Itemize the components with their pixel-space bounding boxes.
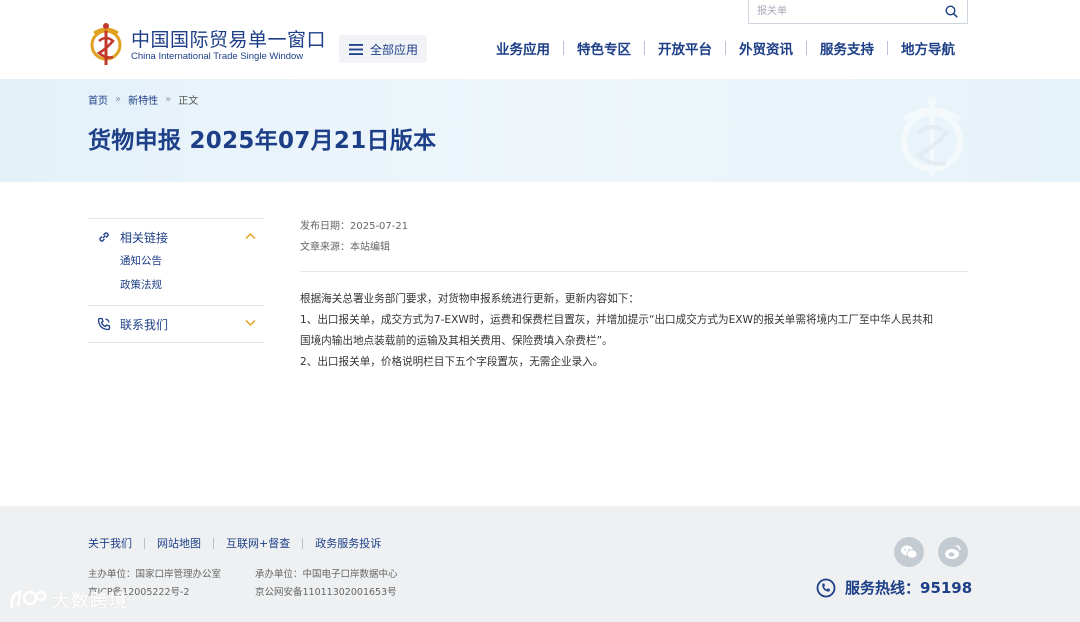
- search-input[interactable]: [757, 3, 937, 19]
- footer-link-sitemap[interactable]: 网站地图: [157, 535, 201, 551]
- hotline-phone-icon: [816, 578, 836, 597]
- chevron-down-icon: [245, 319, 256, 327]
- menu-icon: [349, 43, 363, 55]
- sidebar-item-policies[interactable]: 政策法规: [88, 273, 264, 297]
- related-links-toggle[interactable]: 相关链接: [88, 219, 264, 255]
- publish-date: 发布日期：2025-07-21: [300, 221, 409, 232]
- contact-us-label: 联系我们: [120, 317, 169, 332]
- weibo-icon: [945, 545, 961, 559]
- link-icon: [99, 232, 109, 242]
- nav-item-featured-zone[interactable]: 特色专区: [564, 38, 644, 58]
- weibo-button[interactable]: [938, 537, 968, 567]
- page-title: 货物申报 2025年07月21日版本: [88, 128, 437, 154]
- breadcrumb: 首页 » 新特性 » 正文: [88, 92, 198, 107]
- chevron-up-icon: [245, 232, 256, 240]
- logo-title-en: China International Trade Single Window: [131, 51, 304, 62]
- nav-item-service-support[interactable]: 服务支持: [807, 38, 887, 58]
- footer-police[interactable]: 京公网安备11011302001653号: [255, 584, 398, 602]
- article-paragraph: 2、出口报关单，价格说明栏目下五个字段置灰，无需企业录入。: [300, 356, 604, 368]
- footer-link-complaint[interactable]: 政务服务投诉: [315, 535, 381, 551]
- sidebar-group-related-links: 相关链接 通知公告 政策法规: [88, 218, 264, 305]
- footer-operator: 承办单位：中国电子口岸数据中心: [255, 569, 398, 580]
- article-divider: [300, 271, 968, 272]
- caduceus-logo-icon: [90, 23, 122, 65]
- emblem-watermark-icon: [901, 96, 963, 175]
- footer-separator: [144, 537, 145, 549]
- footer-link-about[interactable]: 关于我们: [88, 535, 132, 551]
- watermark-text: 大数跨境: [52, 591, 128, 612]
- wechat-icon: [901, 545, 918, 559]
- all-apps-label: 全部应用: [370, 42, 419, 57]
- footer-link-supervision[interactable]: 互联网+督查: [226, 535, 290, 551]
- main-nav: 业务应用 特色专区 开放平台 外贸资讯 服务支持 地方导航: [483, 38, 968, 58]
- site-footer: 关于我们 网站地图 互联网+督查 政务服务投诉 主办单位：国家口岸管理办公室 京…: [0, 506, 1080, 622]
- service-hotline: 服务热线：95198: [816, 577, 972, 598]
- nav-item-trade-news[interactable]: 外贸资讯: [726, 38, 806, 58]
- page: 中国国际贸易单一窗口 China International Trade Sin…: [0, 0, 1080, 622]
- article-body: 根据海关总署业务部门要求，对货物申报系统进行更新，更新内容如下： 1、出口报关单…: [300, 289, 968, 373]
- article-paragraph: 根据海关总署业务部门要求，对货物申报系统进行更新，更新内容如下：: [300, 293, 639, 305]
- related-links-label: 相关链接: [120, 230, 169, 245]
- wechat-button[interactable]: [894, 537, 924, 567]
- phone-icon: [97, 317, 111, 331]
- breadcrumb-home[interactable]: 首页: [88, 92, 108, 107]
- sidebar-group-contact: 联系我们: [88, 305, 264, 343]
- search-box: [748, 0, 968, 24]
- article-paragraph: 1、出口报关单，成交方式为7-EXW时，运费和保费栏目置灰，并增加提示“出口成交…: [300, 314, 934, 326]
- footer-separator: [302, 537, 304, 549]
- site-header: 中国国际贸易单一窗口 China International Trade Sin…: [0, 0, 1080, 79]
- logo-title-cn: 中国国际贸易单一窗口: [131, 29, 327, 51]
- related-links-list: 通知公告 政策法规: [88, 249, 264, 305]
- site-logo[interactable]: 中国国际贸易单一窗口 China International Trade Sin…: [88, 21, 328, 67]
- nav-item-local-nav[interactable]: 地方导航: [888, 38, 968, 58]
- article-meta: 发布日期：2025-07-21 文章来源：本站编辑: [300, 216, 408, 258]
- footer-host: 主办单位：国家口岸管理办公室: [88, 569, 222, 580]
- article-paragraph: 国境内输出地点装载前的运输及其相关费用、保险费填入杂费栏”。: [300, 335, 613, 347]
- footer-links: 关于我们 网站地图 互联网+督查 政务服务投诉: [88, 535, 381, 551]
- sidebar: 相关链接 通知公告 政策法规 联系我们: [88, 218, 264, 343]
- nav-item-open-platform[interactable]: 开放平台: [645, 38, 725, 58]
- search-icon[interactable]: [945, 5, 958, 18]
- footer-operator-info: 承办单位：中国电子口岸数据中心 京公网安备11011302001653号: [255, 566, 398, 602]
- watermark-overlay: 大数跨境: [8, 586, 128, 614]
- contact-us-toggle[interactable]: 联系我们: [88, 306, 264, 342]
- nav-item-business-apps[interactable]: 业务应用: [483, 38, 563, 58]
- breadcrumb-new-features[interactable]: 新特性: [128, 92, 158, 107]
- breadcrumb-current: 正文: [178, 96, 199, 107]
- all-apps-button[interactable]: 全部应用: [339, 35, 427, 63]
- article-source: 文章来源：本站编辑: [300, 242, 390, 253]
- breadcrumb-separator: »: [165, 94, 172, 105]
- watermark-logo-icon: [10, 590, 47, 609]
- page-banner: 首页 » 新特性 » 正文 货物申报 2025年07月21日版本: [0, 79, 1080, 182]
- footer-separator: [213, 537, 214, 549]
- hotline-text: 服务热线：95198: [845, 579, 973, 597]
- breadcrumb-separator: »: [115, 94, 122, 105]
